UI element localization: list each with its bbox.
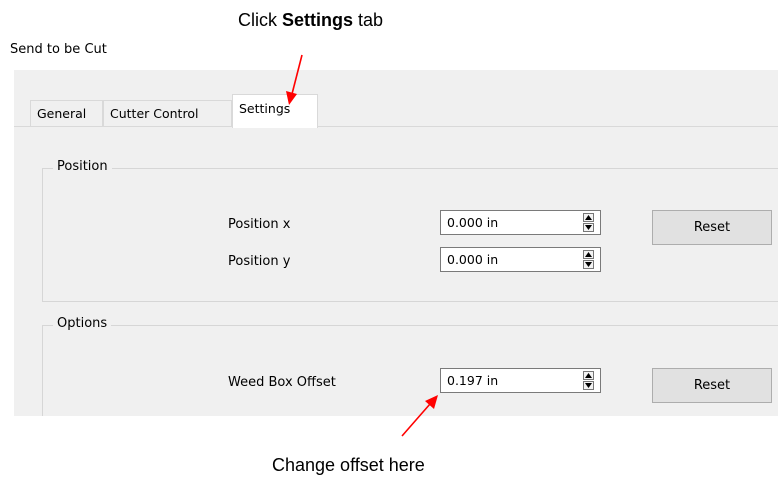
callout-bold: Settings <box>282 10 354 30</box>
window-title: Send to be Cut <box>10 42 107 57</box>
triangle-down-icon <box>585 262 592 267</box>
triangle-up-icon <box>585 252 592 257</box>
position-y-down-button[interactable] <box>583 260 594 269</box>
tab-general[interactable]: General <box>30 100 103 126</box>
weed-box-offset-input[interactable] <box>441 369 579 392</box>
position-y-label: Position y <box>228 254 291 269</box>
weed-box-offset-spinbox <box>440 368 601 393</box>
weed-box-offset-down-button[interactable] <box>583 381 594 390</box>
weed-box-offset-spin-buttons <box>580 369 600 392</box>
offset-callout: Change offset here <box>272 455 425 475</box>
position-y-spinbox <box>440 247 601 272</box>
weed-box-offset-up-button[interactable] <box>583 371 594 380</box>
triangle-up-icon <box>585 215 592 220</box>
callout-suffix: tab <box>353 10 384 30</box>
weed-offset-reset-button[interactable]: Reset <box>652 368 772 403</box>
options-group-legend: Options <box>53 316 112 331</box>
position-x-down-button[interactable] <box>583 223 594 232</box>
position-y-spin-buttons <box>580 248 600 271</box>
position-x-up-button[interactable] <box>583 213 594 222</box>
position-x-input[interactable] <box>441 211 579 234</box>
tab-cutter-control[interactable]: Cutter Control <box>103 100 232 126</box>
position-y-up-button[interactable] <box>583 250 594 259</box>
weed-box-offset-label: Weed Box Offset <box>228 375 336 390</box>
settings-tab-callout: Click Settings tab <box>238 10 383 31</box>
triangle-down-icon <box>585 225 592 230</box>
tab-settings[interactable]: Settings <box>232 94 318 128</box>
triangle-down-icon <box>585 383 592 388</box>
position-x-spin-buttons <box>580 211 600 234</box>
triangle-up-icon <box>585 373 592 378</box>
position-x-spinbox <box>440 210 601 235</box>
position-group-legend: Position <box>53 159 112 174</box>
callout-prefix: Click <box>238 10 282 30</box>
position-y-input[interactable] <box>441 248 579 271</box>
position-x-label: Position x <box>228 217 291 232</box>
position-reset-button[interactable]: Reset <box>652 210 772 245</box>
